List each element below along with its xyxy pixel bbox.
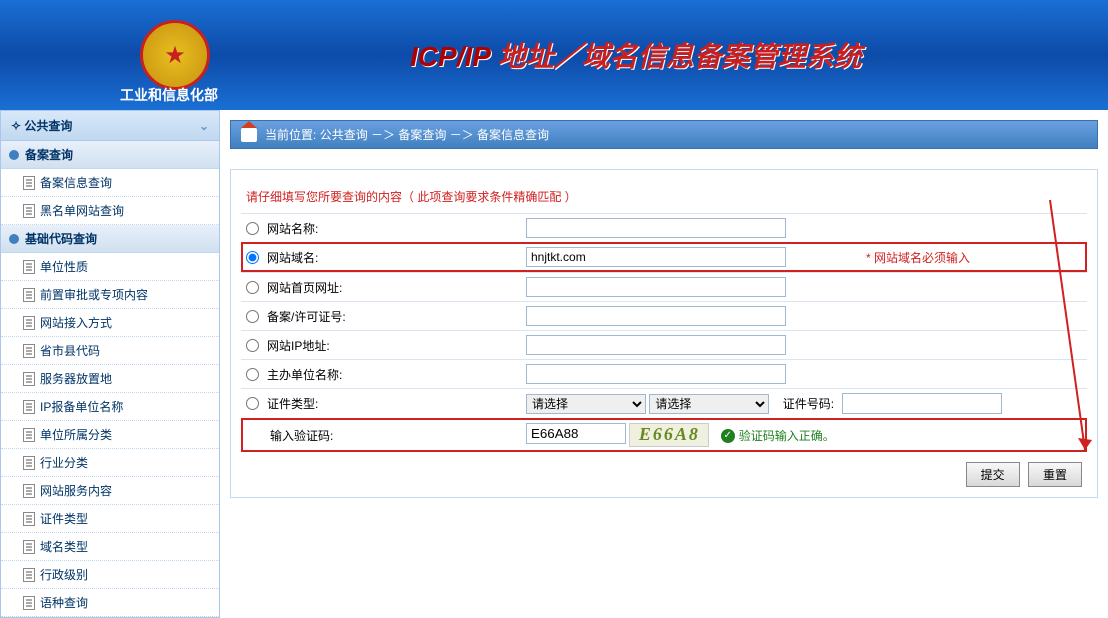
select-cert-type-1[interactable]: 请选择 [526, 394, 646, 414]
nav-item[interactable]: 证件类型 [1, 505, 219, 533]
form-row-0: 网站名称: [241, 213, 1087, 242]
label-captcha: 输入验证码: [270, 427, 333, 444]
nav-item[interactable]: 行政级别 [1, 561, 219, 589]
document-icon [23, 344, 35, 358]
nav-group[interactable]: 备案查询 [1, 141, 219, 169]
document-icon [23, 176, 35, 190]
reset-button[interactable]: 重置 [1028, 462, 1082, 487]
radio-cert-type[interactable] [246, 397, 259, 410]
input-1[interactable] [526, 247, 786, 267]
radio-4[interactable] [246, 339, 259, 352]
document-icon [23, 540, 35, 554]
row-captcha: 输入验证码: E66A8 验证码输入正确。 [241, 418, 1087, 452]
form-actions: 提交 重置 [241, 452, 1087, 487]
form-row-1: 网站域名: * 网站域名必须输入 [241, 242, 1087, 272]
nav-item[interactable]: 黑名单网站查询 [1, 197, 219, 225]
document-icon [23, 596, 35, 610]
form-row-4: 网站IP地址: [241, 330, 1087, 359]
captcha-image[interactable]: E66A8 [629, 423, 709, 447]
document-icon [23, 484, 35, 498]
form-row-3: 备案/许可证号: [241, 301, 1087, 330]
label-cert-no: 证件号码: [783, 397, 834, 411]
row-cert-type: 证件类型: 请选择 请选择 证件号码: [241, 388, 1087, 418]
nav-item[interactable]: 服务器放置地 [1, 365, 219, 393]
sidebar: ✧ 公共查询 ⌄ 备案查询备案信息查询黑名单网站查询基础代码查询单位性质前置审批… [0, 110, 220, 618]
radio-5[interactable] [246, 368, 259, 381]
input-captcha[interactable] [526, 423, 626, 444]
national-emblem-icon [140, 20, 210, 90]
nav-item[interactable]: 备案信息查询 [1, 169, 219, 197]
captcha-ok-msg: 验证码输入正确。 [721, 427, 835, 444]
nav-item[interactable]: 网站服务内容 [1, 477, 219, 505]
document-icon [23, 568, 35, 582]
input-cert-no[interactable] [842, 393, 1002, 414]
document-icon [23, 260, 35, 274]
nav-item[interactable]: 行业分类 [1, 449, 219, 477]
document-icon [23, 316, 35, 330]
document-icon [23, 512, 35, 526]
row-label: 备案/许可证号: [267, 308, 346, 325]
radio-0[interactable] [246, 222, 259, 235]
input-0[interactable] [526, 218, 786, 238]
sidebar-header[interactable]: ✧ 公共查询 ⌄ [1, 111, 219, 141]
document-icon [23, 456, 35, 470]
nav-item[interactable]: 语种查询 [1, 589, 219, 617]
row-label: 网站域名: [267, 249, 318, 266]
query-form: 请仔细填写您所要查询的内容（ 此项查询要求条件精确匹配 ） 网站名称: 网站域名:… [230, 169, 1098, 498]
input-2[interactable] [526, 277, 786, 297]
select-cert-type-2[interactable]: 请选择 [649, 394, 769, 414]
content-area: 当前位置: 公共查询 －＞ 备案查询 －＞ 备案信息查询 请仔细填写您所要查询的… [220, 110, 1108, 618]
nav-item[interactable]: 单位性质 [1, 253, 219, 281]
ministry-label: 工业和信息化部 [120, 85, 218, 105]
system-title: ICP/IP 地址／域名信息备案管理系统 [410, 35, 862, 75]
form-row-2: 网站首页网址: [241, 272, 1087, 301]
input-3[interactable] [526, 306, 786, 326]
form-title: 请仔细填写您所要查询的内容（ 此项查询要求条件精确匹配 ） [241, 180, 1087, 213]
radio-1[interactable] [246, 251, 259, 264]
radio-2[interactable] [246, 281, 259, 294]
row-label: 网站名称: [267, 220, 318, 237]
nav-item[interactable]: 网站接入方式 [1, 309, 219, 337]
nav-item[interactable]: 域名类型 [1, 533, 219, 561]
home-icon [241, 128, 257, 142]
app-header: 工业和信息化部 ICP/IP 地址／域名信息备案管理系统 [0, 0, 1108, 110]
nav-item[interactable]: 前置审批或专项内容 [1, 281, 219, 309]
nav-item[interactable]: IP报备单位名称 [1, 393, 219, 421]
document-icon [23, 400, 35, 414]
document-icon [23, 204, 35, 218]
form-row-5: 主办单位名称: [241, 359, 1087, 388]
input-4[interactable] [526, 335, 786, 355]
document-icon [23, 288, 35, 302]
chevron-down-icon: ⌄ [199, 119, 209, 133]
document-icon [23, 372, 35, 386]
nav-item[interactable]: 省市县代码 [1, 337, 219, 365]
input-5[interactable] [526, 364, 786, 384]
nav-group[interactable]: 基础代码查询 [1, 225, 219, 253]
title-icp: ICP/IP [410, 41, 490, 72]
document-icon [23, 428, 35, 442]
radio-3[interactable] [246, 310, 259, 323]
row-label: 网站首页网址: [267, 279, 342, 296]
row-label: 网站IP地址: [267, 337, 330, 354]
label-cert-type: 证件类型: [267, 395, 318, 412]
hint: * 网站域名必须输入 [866, 249, 970, 266]
row-label: 主办单位名称: [267, 366, 342, 383]
title-rest: 地址／域名信息备案管理系统 [490, 41, 862, 72]
breadcrumb: 当前位置: 公共查询 －＞ 备案查询 －＞ 备案信息查询 [230, 120, 1098, 149]
submit-button[interactable]: 提交 [966, 462, 1020, 487]
nav-item[interactable]: 单位所属分类 [1, 421, 219, 449]
